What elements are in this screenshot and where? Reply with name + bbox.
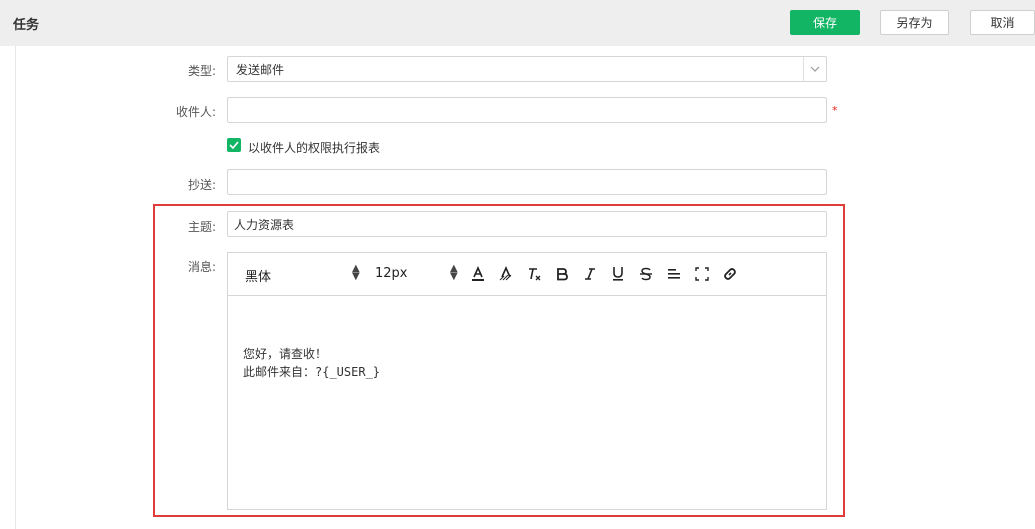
- fullscreen-icon[interactable]: [692, 264, 712, 284]
- subject-input[interactable]: 人力资源表: [227, 211, 827, 237]
- message-line-1: 您好，请查收！: [243, 347, 328, 361]
- link-icon[interactable]: [720, 264, 740, 284]
- top-bar: 任务 保存 另存为 取消: [0, 0, 1035, 46]
- editor-toolbar: 黑体 ▲ ▼ 12px ▲ ▼: [228, 253, 826, 296]
- font-size-caret-icon[interactable]: ▲ ▼: [450, 264, 458, 282]
- message-line-2: 此邮件来自：?{_USER_}: [243, 365, 381, 379]
- type-label: 类型:: [187, 64, 216, 78]
- bold-icon[interactable]: [552, 264, 572, 284]
- clear-format-icon[interactable]: [524, 264, 544, 284]
- cancel-button[interactable]: 取消: [970, 10, 1035, 35]
- font-family-select[interactable]: 黑体: [245, 266, 271, 285]
- permission-checkbox-label: 以收件人的权限执行报表: [248, 141, 381, 155]
- strikethrough-icon[interactable]: [636, 264, 656, 284]
- side-divider: [15, 46, 16, 529]
- subject-label: 主题:: [187, 220, 216, 234]
- message-editor[interactable]: 黑体 ▲ ▼ 12px ▲ ▼ 您好，请查收！ 此邮件来自：?{_USER_}: [227, 252, 827, 510]
- message-label: 消息:: [187, 260, 216, 274]
- chevron-down-icon[interactable]: [803, 57, 826, 81]
- font-family-caret-icon[interactable]: ▲ ▼: [352, 264, 360, 282]
- save-button[interactable]: 保存: [790, 10, 860, 35]
- check-icon: [229, 141, 239, 149]
- recipient-label: 收件人:: [175, 105, 216, 119]
- italic-icon[interactable]: [580, 264, 600, 284]
- page-title: 任务: [13, 18, 40, 33]
- save-as-button[interactable]: 另存为: [880, 10, 949, 35]
- permission-checkbox[interactable]: [227, 138, 241, 152]
- required-mark: *: [832, 104, 838, 117]
- recipient-input[interactable]: [227, 97, 827, 123]
- type-select[interactable]: 发送邮件: [227, 56, 827, 82]
- cc-input[interactable]: [227, 169, 827, 195]
- background-color-icon[interactable]: [496, 264, 516, 284]
- message-content[interactable]: 您好，请查收！ 此邮件来自：?{_USER_}: [243, 345, 380, 381]
- font-color-icon[interactable]: [468, 264, 488, 284]
- underline-icon[interactable]: [608, 264, 628, 284]
- cc-label: 抄送:: [187, 178, 216, 192]
- font-size-select[interactable]: 12px: [375, 266, 408, 281]
- align-icon[interactable]: [664, 264, 684, 284]
- type-select-value: 发送邮件: [236, 62, 285, 77]
